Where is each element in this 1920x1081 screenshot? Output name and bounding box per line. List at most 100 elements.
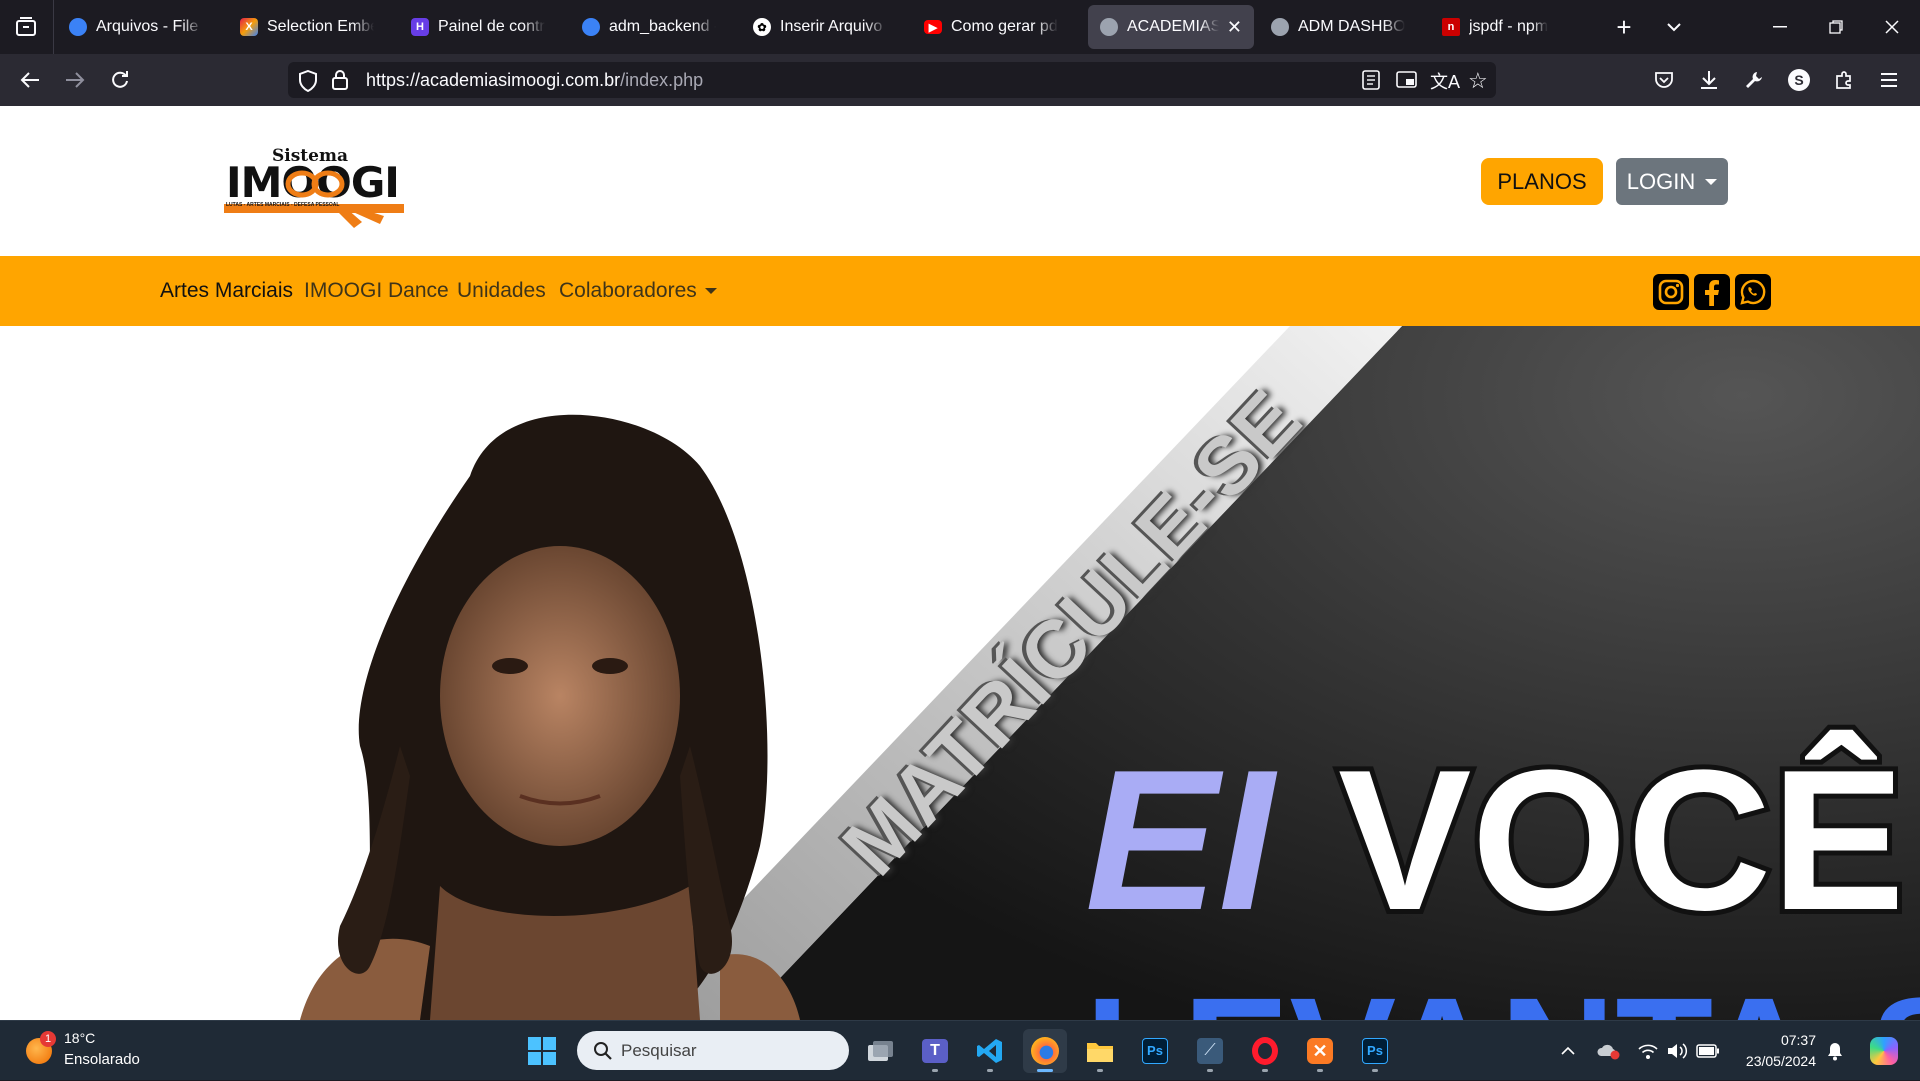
earth-icon [1271, 18, 1289, 36]
weather-description: Ensolarado [64, 1051, 140, 1068]
extensions-icon[interactable] [1824, 54, 1864, 106]
clock-date[interactable]: 23/05/2024 [1736, 1053, 1816, 1069]
minimize-icon[interactable] [1752, 0, 1808, 54]
tab-jspdf[interactable]: n jspdf - npm [1430, 5, 1588, 49]
site-logo[interactable]: Sistema IMOOGI LUTAS - ARTES MARCIAIS - … [224, 138, 414, 228]
bookmark-star-icon[interactable]: ☆ [1468, 68, 1488, 94]
windows-taskbar: 1 18°C Ensolarado Pesquisar T Ps ⟋ ✕ Ps … [0, 1020, 1920, 1080]
tab-adm-dashboard[interactable]: ADM DASHBOAR [1259, 5, 1417, 49]
planos-button[interactable]: PLANOS [1481, 158, 1603, 205]
caret-down-icon [704, 288, 717, 294]
browser-nav-bar: https://academiasimoogi.com.br/index.php… [0, 54, 1920, 106]
wrench-icon[interactable] [1734, 54, 1774, 106]
browser-tab-bar: Arquivos - File Bro X Selection Embed H … [0, 0, 1920, 54]
facebook-icon[interactable] [1694, 274, 1730, 310]
reload-icon[interactable] [100, 54, 140, 106]
opera-icon[interactable] [1243, 1029, 1287, 1073]
hero-banner[interactable]: MATRÍCULE-SE EI VOCÊ LEVANTA-SE [0, 326, 1920, 1020]
whatsapp-icon[interactable] [1735, 274, 1771, 310]
start-windows-icon[interactable] [524, 1033, 560, 1069]
menu-item-imoogi-dance[interactable]: IMOOGI Dance [304, 256, 449, 326]
list-tabs-chevron-icon[interactable] [1648, 0, 1700, 54]
tab-label: ADM DASHBOAR [1298, 18, 1405, 35]
lock-icon[interactable] [332, 69, 348, 96]
translate-icon[interactable]: 文A [1430, 68, 1460, 94]
main-menu: Artes Marciais IMOOGI Dance Unidades Col… [0, 256, 1920, 326]
xampp-icon[interactable]: ✕ [1298, 1029, 1342, 1073]
woman-face [440, 546, 680, 846]
youtube-icon: ▶ [924, 20, 942, 34]
menu-item-unidades[interactable]: Unidades [457, 256, 546, 326]
tab-painel[interactable]: H Painel de controle [399, 5, 557, 49]
menu-item-colaboradores[interactable]: Colaboradores [559, 256, 717, 326]
close-window-icon[interactable] [1864, 0, 1920, 54]
weather-temperature: 18°C [64, 1030, 96, 1046]
site-header: Sistema IMOOGI LUTAS - ARTES MARCIAIS - … [0, 106, 1920, 256]
hero-headline-voce: VOCÊ [1333, 729, 1910, 952]
url-text[interactable]: https://academiasimoogi.com.br/index.php [366, 62, 703, 98]
tab-adm-backend[interactable]: adm_backend - ac [570, 5, 728, 49]
downloads-icon[interactable] [1689, 54, 1729, 106]
url-bar[interactable]: https://academiasimoogi.com.br/index.php… [288, 62, 1496, 98]
tracking-shield-icon[interactable] [298, 69, 318, 97]
web-page: Sistema IMOOGI LUTAS - ARTES MARCIAIS - … [0, 106, 1920, 1020]
forward-arrow-icon[interactable] [55, 54, 95, 106]
tab-academias[interactable]: ACADEMIAS IM ✕ [1088, 5, 1254, 49]
volume-icon[interactable] [1665, 1039, 1689, 1063]
onedrive-error-icon[interactable] [1596, 1039, 1620, 1063]
back-arrow-icon[interactable] [10, 54, 50, 106]
login-label: LOGIN [1626, 168, 1696, 194]
menu-item-label: Colaboradores [559, 279, 697, 302]
tab-label: Inserir Arquivo Gr [780, 18, 887, 35]
menu-hamburger-icon[interactable] [1869, 54, 1909, 106]
firefox-icon[interactable] [1023, 1029, 1067, 1073]
photoshop-icon[interactable]: Ps [1133, 1029, 1177, 1073]
new-tab-icon[interactable]: + [1598, 0, 1650, 54]
weather-widget[interactable]: 1 18°C Ensolarado [10, 1021, 160, 1081]
menu-item-artes-marciais[interactable]: Artes Marciais [160, 256, 293, 326]
earth-icon [1100, 18, 1118, 36]
search-placeholder: Pesquisar [621, 1040, 697, 1060]
close-tab-icon[interactable]: ✕ [1227, 17, 1242, 38]
restore-icon[interactable] [1808, 0, 1864, 54]
account-icon[interactable]: S [1779, 54, 1819, 106]
clock-time[interactable]: 07:37 [1736, 1032, 1816, 1048]
teams-icon[interactable]: T [913, 1029, 957, 1073]
search-icon [593, 1041, 613, 1066]
tab-label: Selection Embed [267, 18, 374, 35]
tab-inserir-arquivo[interactable]: ✿ Inserir Arquivo Gr [741, 5, 899, 49]
colorful-logo-icon: X [240, 18, 258, 36]
instagram-icon[interactable] [1653, 274, 1689, 310]
tab-label: ACADEMIAS IM [1127, 18, 1219, 35]
tab-label: Painel de controle [438, 18, 545, 35]
tab-label: Como gerar pdf c [951, 18, 1058, 35]
notification-bell-icon[interactable] [1823, 1039, 1847, 1063]
hero-headline-levanta: LEVANTA-SE [1085, 974, 1920, 1021]
openai-icon: ✿ [753, 18, 771, 36]
battery-icon[interactable] [1696, 1039, 1720, 1063]
tab-label: adm_backend - ac [609, 18, 716, 35]
reader-view-icon[interactable] [1362, 70, 1380, 95]
tab-youtube[interactable]: ▶ Como gerar pdf c [912, 5, 1070, 49]
wifi-icon[interactable] [1636, 1039, 1660, 1063]
tab-overview-icon[interactable] [0, 0, 52, 54]
login-dropdown-button[interactable]: LOGIN [1616, 158, 1728, 205]
globe-icon [69, 18, 87, 36]
photoshop-icon[interactable]: Ps [1353, 1029, 1397, 1073]
tray-overflow-chevron-icon[interactable] [1556, 1039, 1580, 1063]
caret-down-icon [1705, 178, 1718, 185]
globe-icon [582, 18, 600, 36]
npm-icon: n [1442, 18, 1460, 36]
hero-headline-ei: EI [1085, 729, 1274, 952]
task-view-icon[interactable] [858, 1029, 902, 1073]
tab-selection-embed[interactable]: X Selection Embed [228, 5, 386, 49]
file-explorer-icon[interactable] [1078, 1029, 1122, 1073]
weather-badge: 1 [40, 1031, 56, 1047]
vscode-icon[interactable] [968, 1029, 1012, 1073]
pocket-icon[interactable] [1644, 54, 1684, 106]
copilot-icon[interactable] [1868, 1035, 1900, 1067]
taskbar-search-box[interactable]: Pesquisar [577, 1031, 849, 1070]
tab-arquivos[interactable]: Arquivos - File Bro [57, 5, 215, 49]
picture-in-picture-icon[interactable] [1396, 70, 1418, 95]
sql-icon[interactable]: ⟋ [1188, 1029, 1232, 1073]
